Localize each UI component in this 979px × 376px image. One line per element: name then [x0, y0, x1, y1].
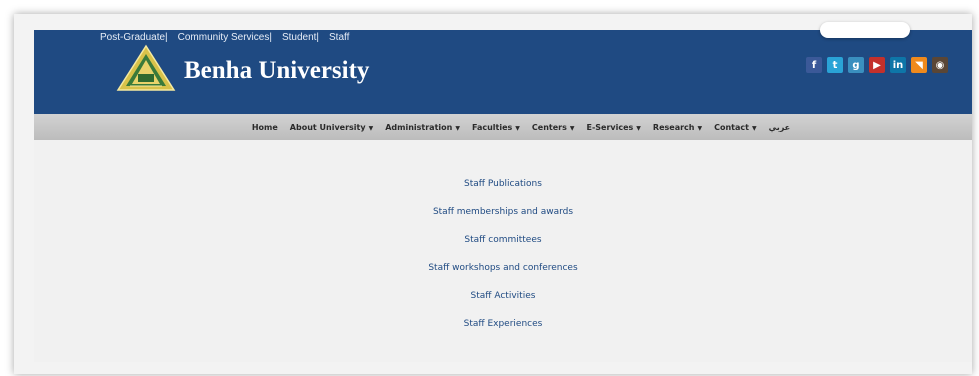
staff-link[interactable]: Staff Activities — [34, 290, 972, 318]
nav-item-label: Research — [652, 122, 695, 132]
main-navigation: Home About University ▼ Administration ▼ Facu… — [34, 114, 972, 140]
staff-link[interactable]: Staff Publications — [34, 178, 972, 206]
nav-item-administration[interactable]: Administration ▼ — [385, 123, 460, 132]
site-header: Post-Graduate| Community Services| Stude… — [34, 22, 972, 114]
chevron-down-icon: ▼ — [751, 124, 757, 132]
chevron-down-icon: ▼ — [636, 124, 641, 132]
nav-item-label: Home — [251, 122, 278, 132]
chevron-down-icon: ▼ — [455, 124, 460, 132]
nav-item-research[interactable]: Research ▼ — [653, 123, 702, 132]
nav-item-centers[interactable]: Centers ▼ — [532, 123, 575, 132]
youtube-icon[interactable]: ▶ — [869, 57, 885, 73]
nav-item-label: عربي — [768, 122, 791, 132]
chevron-down-icon: ▼ — [569, 124, 575, 132]
staff-link[interactable]: Staff workshops and conferences — [34, 262, 972, 290]
social-icons: f t g ▶ in ◥ ◉ — [801, 57, 948, 73]
nav-item-label: Faculties — [471, 122, 513, 132]
nav-item-e-services[interactable]: E-Services ▼ — [586, 123, 640, 132]
nav-item-arabic[interactable]: عربي — [769, 123, 791, 132]
main-content: Staff Publications Staff memberships and … — [34, 140, 972, 362]
nav-item-label: Contact — [714, 122, 749, 132]
rss-icon[interactable]: ◥ — [911, 57, 927, 73]
nav-item-about-university[interactable]: About University ▼ — [290, 123, 373, 132]
site-title[interactable]: Benha University — [184, 57, 369, 85]
linkedin-icon[interactable]: in — [890, 57, 906, 73]
top-link-post-graduate[interactable]: Post-Graduate| — [100, 32, 168, 43]
chevron-down-icon: ▼ — [697, 124, 703, 132]
instagram-icon[interactable]: ◉ — [932, 57, 948, 73]
nav-item-label: Administration — [385, 122, 453, 132]
nav-item-label: E-Services — [586, 122, 634, 132]
top-link-student[interactable]: Student| — [282, 32, 319, 43]
nav-item-label: Centers — [531, 122, 567, 132]
top-link-staff[interactable]: Staff — [329, 32, 349, 43]
nav-item-faculties[interactable]: Faculties ▼ — [472, 123, 520, 132]
top-link-community-services[interactable]: Community Services| — [178, 32, 272, 43]
university-logo-icon[interactable] — [116, 44, 176, 94]
search-input[interactable] — [820, 22, 910, 38]
staff-link[interactable]: Staff memberships and awards — [34, 206, 972, 234]
nav-item-label: About University — [289, 122, 366, 132]
staff-link[interactable]: Staff committees — [34, 234, 972, 262]
staff-links-list: Staff Publications Staff memberships and … — [34, 178, 972, 346]
facebook-icon[interactable]: f — [806, 57, 822, 73]
chevron-down-icon: ▼ — [515, 124, 520, 132]
staff-link[interactable]: Staff Experiences — [34, 318, 972, 346]
top-links-bar: Post-Graduate| Community Services| Stude… — [100, 30, 359, 44]
nav-item-home[interactable]: Home — [252, 123, 278, 132]
twitter-icon[interactable]: t — [827, 57, 843, 73]
nav-item-contact[interactable]: Contact ▼ — [714, 123, 756, 132]
google-plus-icon[interactable]: g — [848, 57, 864, 73]
chevron-down-icon: ▼ — [368, 124, 374, 132]
